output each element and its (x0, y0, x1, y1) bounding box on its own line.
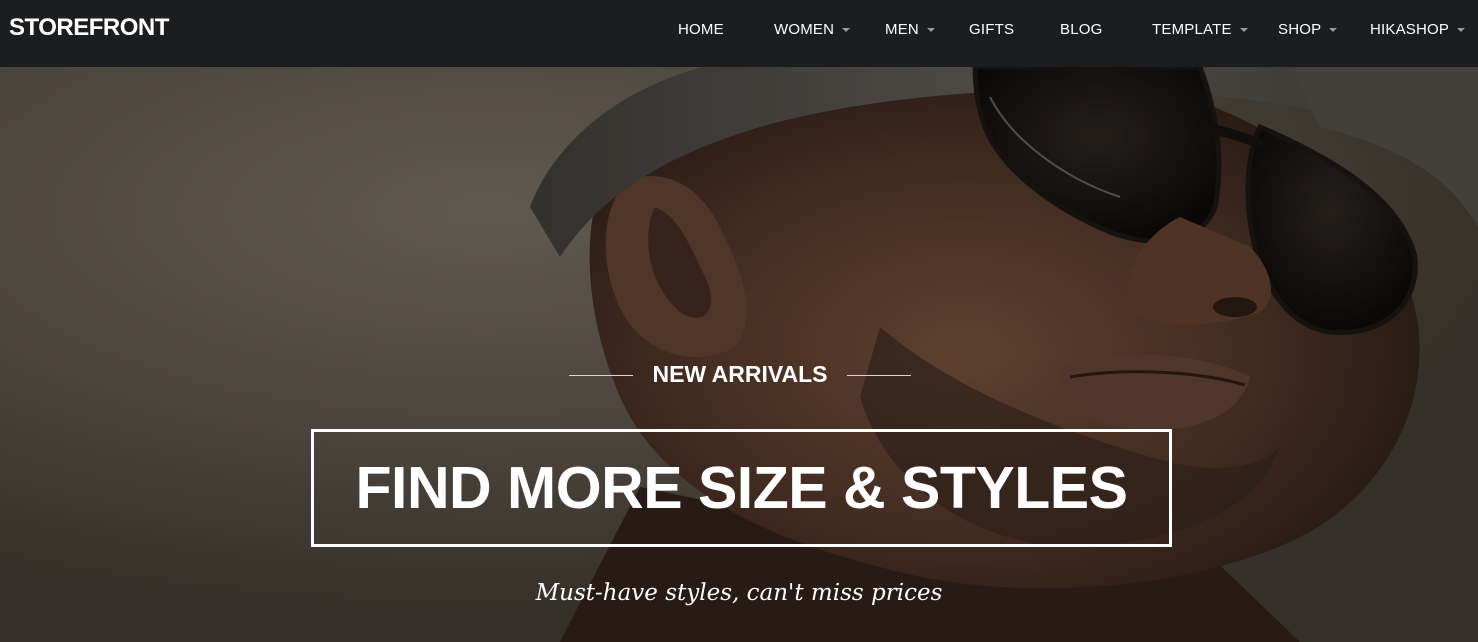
caret-down-icon (842, 27, 851, 32)
eyebrow-label: NEW ARRIVALS (652, 361, 828, 387)
headline-cta-box[interactable]: FIND MORE SIZE & STYLES (311, 429, 1172, 547)
eyebrow-divider-right (847, 375, 911, 376)
eyebrow-row: NEW ARRIVALS (0, 361, 1478, 391)
nav-item-home[interactable]: HOME (678, 18, 724, 40)
nav-item-label: HIKASHOP (1370, 20, 1450, 38)
hero-banner: NEW ARRIVALS FIND MORE SIZE & STYLES Mus… (0, 67, 1478, 642)
nav-item-label: TEMPLATE (1152, 20, 1232, 38)
nav-item-label: GIFTS (969, 20, 1015, 38)
nav-item-shop[interactable]: SHOP (1278, 18, 1338, 40)
site-logo[interactable]: STOREFRONT (9, 14, 169, 42)
nav-item-women[interactable]: WOMEN (774, 18, 851, 40)
caret-down-icon (926, 27, 935, 32)
caret-down-icon (1457, 27, 1466, 32)
nav-item-label: BLOG (1060, 20, 1103, 38)
hero-overlay (0, 67, 1478, 642)
nav-item-label: WOMEN (774, 20, 835, 38)
nav-item-label: MEN (885, 20, 919, 38)
nav-item-template[interactable]: TEMPLATE (1152, 18, 1248, 40)
nav-item-label: HOME (678, 20, 724, 38)
top-navbar: STOREFRONT HOME WOMEN MEN GIFTS BLOG TEM… (0, 0, 1478, 67)
hero-headline: FIND MORE SIZE & STYLES (355, 455, 1128, 521)
caret-down-icon (1239, 27, 1248, 32)
hero-tagline: Must-have styles, can't miss prices (535, 580, 943, 606)
nav-item-hikashop[interactable]: HIKASHOP (1370, 18, 1466, 40)
page: STOREFRONT HOME WOMEN MEN GIFTS BLOG TEM… (0, 0, 1478, 642)
nav-item-gifts[interactable]: GIFTS (969, 18, 1014, 40)
nav-item-label: SHOP (1278, 20, 1322, 38)
caret-down-icon (1329, 27, 1338, 32)
nav-item-men[interactable]: MEN (885, 18, 935, 40)
nav-item-blog[interactable]: BLOG (1060, 18, 1102, 40)
